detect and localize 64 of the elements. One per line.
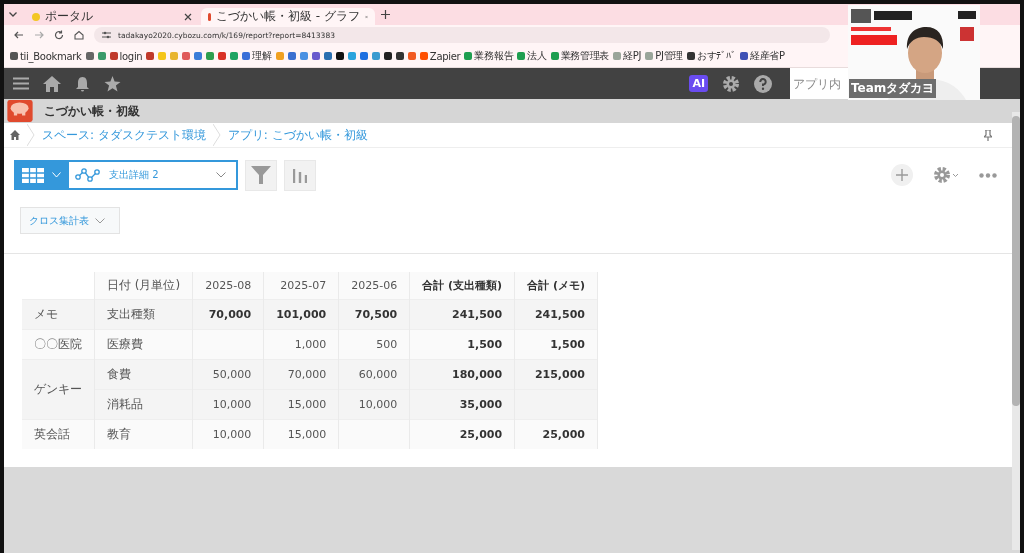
more-icon[interactable] xyxy=(979,172,997,178)
bookmark[interactable]: 業務報告 xyxy=(464,49,514,63)
home-icon[interactable] xyxy=(43,75,61,92)
bookmark[interactable]: login xyxy=(109,50,143,62)
scrollbar[interactable] xyxy=(1012,112,1020,550)
settings-icon[interactable] xyxy=(933,166,959,184)
bookmark[interactable]: 法人 xyxy=(517,49,547,63)
bookmark[interactable]: Zapier xyxy=(419,50,461,62)
bookmark[interactable]: PJ管理 xyxy=(645,49,683,63)
search-field[interactable]: アプリ内 xyxy=(790,68,850,99)
tab-list-icon[interactable] xyxy=(9,12,17,17)
table-icon xyxy=(22,167,44,183)
bookmark[interactable]: おすﾃﾞﾊﾞ xyxy=(687,49,736,63)
ai-button[interactable]: AI xyxy=(689,75,708,92)
star-icon[interactable] xyxy=(104,75,121,92)
table-cell: 15,000 xyxy=(263,419,339,449)
caret-icon xyxy=(95,217,105,224)
piggy-bank-icon xyxy=(6,100,34,122)
row-header: 英会話 xyxy=(22,419,95,449)
browser-tab[interactable]: こづかい帳・初級 - グラフ xyxy=(201,8,375,25)
column-header: 合計 (メモ) xyxy=(514,272,598,300)
home-icon[interactable] xyxy=(10,130,20,140)
chart-button[interactable] xyxy=(284,159,316,191)
table-cell: 25,000 xyxy=(409,419,515,449)
name-tag: Teamタダカヨ xyxy=(849,79,937,98)
plus-icon xyxy=(896,169,908,181)
bookmark[interactable]: 経産省P xyxy=(739,49,785,63)
back-icon[interactable] xyxy=(14,30,24,40)
home-icon[interactable] xyxy=(74,30,84,40)
settings-icon[interactable] xyxy=(722,74,740,93)
bar-chart-icon xyxy=(293,167,307,183)
favicon xyxy=(208,12,211,21)
caret-icon xyxy=(52,172,61,178)
column-header: 2025-06 xyxy=(338,272,410,300)
site-settings-icon[interactable] xyxy=(102,31,111,39)
menu-icon[interactable] xyxy=(13,77,29,90)
reload-icon[interactable] xyxy=(54,30,64,40)
bookmark[interactable]: tii_Bookmark xyxy=(10,50,82,62)
bookmark-icon[interactable] xyxy=(335,52,344,60)
line-chart-icon xyxy=(75,168,101,182)
pin-icon[interactable] xyxy=(984,129,992,141)
browser-tab[interactable]: ポータル xyxy=(25,8,199,25)
new-tab-icon[interactable] xyxy=(381,10,390,19)
bell-icon[interactable] xyxy=(75,75,90,92)
bookmark-icon[interactable] xyxy=(383,52,392,60)
close-icon[interactable] xyxy=(184,12,192,21)
bookmark[interactable]: 経PJ xyxy=(613,49,642,63)
scrollbar-thumb[interactable] xyxy=(1012,116,1020,406)
app-title: こづかい帳・初級 xyxy=(44,102,140,120)
column-header: 合計 (支出種類) xyxy=(409,272,515,300)
bookmark[interactable]: 業務管理表 xyxy=(550,49,610,63)
caret-icon xyxy=(216,172,226,178)
column-header: 2025-07 xyxy=(263,272,339,300)
column-header: 日付 (月単位) xyxy=(94,272,193,300)
favicon xyxy=(32,12,40,21)
bookmark[interactable]: 理解 xyxy=(242,49,272,63)
column-header: 2025-08 xyxy=(192,272,264,300)
table-cell: 10,000 xyxy=(192,419,264,449)
table-cell: 25,000 xyxy=(514,419,598,449)
table-cell: 教育 xyxy=(94,419,193,449)
help-icon[interactable] xyxy=(754,74,772,93)
funnel-icon xyxy=(251,165,271,185)
filter-button[interactable] xyxy=(245,159,277,191)
bookmark-icon[interactable] xyxy=(395,52,404,60)
